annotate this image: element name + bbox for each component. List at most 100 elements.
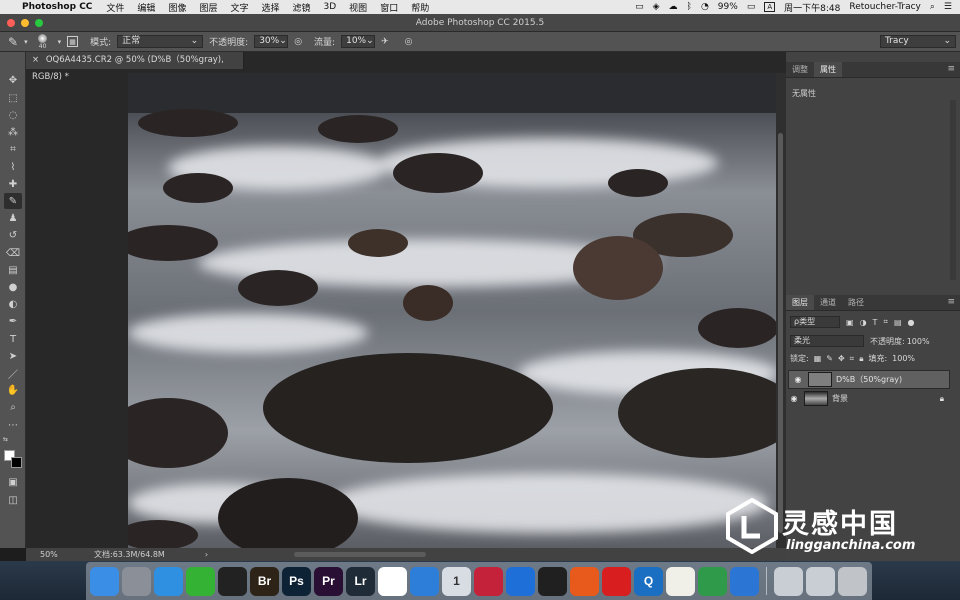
filter-toggle-icon[interactable]: ● <box>908 318 915 327</box>
dock-baidu-netdisk-icon[interactable] <box>378 566 407 596</box>
screen-mirror-icon[interactable]: ▭ <box>635 2 644 12</box>
layer-row-gray[interactable]: ◉ D%B（50%gray) <box>788 370 950 389</box>
lock-artboard-icon[interactable]: ⌗ <box>850 354 855 364</box>
filter-pixel-icon[interactable]: ▣ <box>846 318 854 327</box>
dock-premiere-icon[interactable]: Pr <box>314 566 343 596</box>
menu-file[interactable]: 文件 <box>106 1 124 14</box>
preset-dropdown-icon-2[interactable]: ▾ <box>58 38 62 46</box>
dock-keynote-icon[interactable] <box>730 566 759 596</box>
layer-row-background[interactable]: ◉ 背景 🔒︎ <box>788 389 950 408</box>
notification-center-icon[interactable]: ☰ <box>944 2 952 12</box>
dock-media-player-icon[interactable] <box>506 566 535 596</box>
dock-qq-icon[interactable] <box>218 566 247 596</box>
dock-obs-icon[interactable] <box>538 566 567 596</box>
app-menu[interactable]: Photoshop CC <box>22 2 92 12</box>
panel-menu-icon[interactable]: ≡ <box>947 295 960 310</box>
menu-edit[interactable]: 编辑 <box>137 1 155 14</box>
pressure-opacity-icon[interactable]: ◎ <box>294 37 302 47</box>
dock-launchpad-icon[interactable] <box>122 566 151 596</box>
lock-all-icon[interactable]: 🔒︎ <box>859 354 863 364</box>
workspace-select[interactable]: Tracy ⌄ <box>880 35 956 48</box>
more-tools-icon[interactable]: ⋯ <box>4 417 22 433</box>
menubar-user[interactable]: Retoucher-Tracy <box>849 2 921 12</box>
vertical-scroll-thumb[interactable] <box>778 133 783 533</box>
menu-image[interactable]: 图像 <box>168 1 186 14</box>
minimize-window-button[interactable] <box>21 19 29 27</box>
dock-netease-music-icon[interactable] <box>602 566 631 596</box>
pressure-size-icon[interactable]: ◎ <box>405 37 413 47</box>
dock-finder-icon[interactable] <box>90 566 119 596</box>
menubar-clock[interactable]: 周一下午8:48 <box>784 1 840 14</box>
dodge-tool-icon[interactable]: ◐ <box>4 296 22 312</box>
filter-smart-object-icon[interactable]: ▤ <box>894 318 902 327</box>
dock-quicktime-icon[interactable]: Q <box>634 566 663 596</box>
fill-value[interactable]: 100% <box>892 354 915 363</box>
history-brush-tool-icon[interactable]: ↺ <box>4 227 22 243</box>
dock-numbers-icon[interactable] <box>698 566 727 596</box>
document-tab[interactable]: × OQ6A4435.CR2 @ 50% (D%B（50%gray), RGB/… <box>26 52 244 82</box>
brush-panel-toggle-icon[interactable]: ▦ <box>67 36 79 47</box>
quick-mask-icon[interactable]: ▣ <box>4 474 22 490</box>
menu-help[interactable]: 帮助 <box>411 1 429 14</box>
dock-notes-icon[interactable] <box>666 566 695 596</box>
zoom-window-button[interactable] <box>35 19 43 27</box>
airbrush-icon[interactable]: ✈ <box>381 37 389 47</box>
input-source-badge[interactable]: A <box>764 2 776 12</box>
menu-window[interactable]: 窗口 <box>380 1 398 14</box>
dock-lightroom-icon[interactable]: Lr <box>346 566 375 596</box>
layer-opacity-value[interactable]: 100% <box>907 337 930 346</box>
horizontal-scroll-thumb[interactable] <box>294 552 426 557</box>
filter-adjustment-icon[interactable]: ◑ <box>860 318 867 327</box>
spotlight-icon[interactable]: ⌕ <box>930 2 935 12</box>
dock-photoshop-icon[interactable]: Ps <box>282 566 311 596</box>
dock-app-orange-icon[interactable] <box>570 566 599 596</box>
wifi-icon[interactable]: ◔ <box>701 2 709 12</box>
menu-3d[interactable]: 3D <box>324 2 337 12</box>
line-tool-icon[interactable]: ／ <box>4 365 22 381</box>
filter-shape-icon[interactable]: ⌗ <box>883 317 888 327</box>
dock-app-1-icon[interactable]: 1 <box>442 566 471 596</box>
layer-filter-select[interactable]: ρ类型 <box>790 316 840 328</box>
brush-tool-icon[interactable]: ✎ <box>4 193 22 209</box>
battery-percent[interactable]: 99% <box>718 2 738 12</box>
dock-screenshot-icon[interactable] <box>806 566 835 596</box>
background-color-swatch[interactable] <box>11 457 22 468</box>
tab-adjustments[interactable]: 调整 <box>786 62 814 77</box>
dock-wechat-icon[interactable] <box>186 566 215 596</box>
dock-bridge-icon[interactable]: Br <box>250 566 279 596</box>
quick-select-tool-icon[interactable]: ⁂ <box>4 124 22 140</box>
pen-tool-icon[interactable]: ✒ <box>4 313 22 329</box>
tab-paths[interactable]: 路径 <box>842 295 870 310</box>
gradient-tool-icon[interactable]: ▤ <box>4 262 22 278</box>
lasso-tool-icon[interactable]: ◌ <box>4 107 22 123</box>
clone-stamp-tool-icon[interactable]: ♟ <box>4 210 22 226</box>
panel-menu-icon[interactable]: ≡ <box>947 62 960 77</box>
tab-layers[interactable]: 图层 <box>786 295 814 310</box>
bluetooth-icon[interactable]: ᛒ <box>687 2 692 12</box>
preset-dropdown-icon[interactable]: ▾ <box>24 38 28 46</box>
crop-tool-icon[interactable]: ⌗ <box>4 141 22 157</box>
healing-brush-tool-icon[interactable]: ✚ <box>4 176 22 192</box>
screen-mode-icon[interactable]: ◫ <box>4 492 22 508</box>
opacity-field[interactable]: 30% ⌄ <box>254 35 289 48</box>
lock-pixels-icon[interactable]: ✎ <box>826 354 833 363</box>
menu-select[interactable]: 选择 <box>261 1 279 14</box>
eyedropper-tool-icon[interactable]: ⌇ <box>4 159 22 175</box>
dropbox-icon[interactable]: ◈ <box>653 2 660 12</box>
close-window-button[interactable] <box>7 19 15 27</box>
swap-colors-icon[interactable]: ⇆ <box>3 436 8 443</box>
cloud-icon[interactable]: ☁ <box>669 2 678 12</box>
lock-position-icon[interactable]: ✥ <box>838 354 845 363</box>
path-select-tool-icon[interactable]: ➤ <box>4 348 22 364</box>
dock-trash-icon[interactable] <box>838 566 867 596</box>
menu-type[interactable]: 文字 <box>230 1 248 14</box>
menu-filter[interactable]: 滤镜 <box>293 1 311 14</box>
tab-channels[interactable]: 通道 <box>814 295 842 310</box>
image-canvas[interactable] <box>128 73 776 550</box>
visibility-eye-icon[interactable]: ◉ <box>792 375 804 385</box>
close-tab-icon[interactable]: × <box>32 55 39 65</box>
dock-davinci-icon[interactable] <box>474 566 503 596</box>
dock-screen-capture-icon[interactable] <box>410 566 439 596</box>
move-tool-icon[interactable]: ✥ <box>4 72 22 88</box>
properties-scrollbar[interactable] <box>950 100 956 280</box>
